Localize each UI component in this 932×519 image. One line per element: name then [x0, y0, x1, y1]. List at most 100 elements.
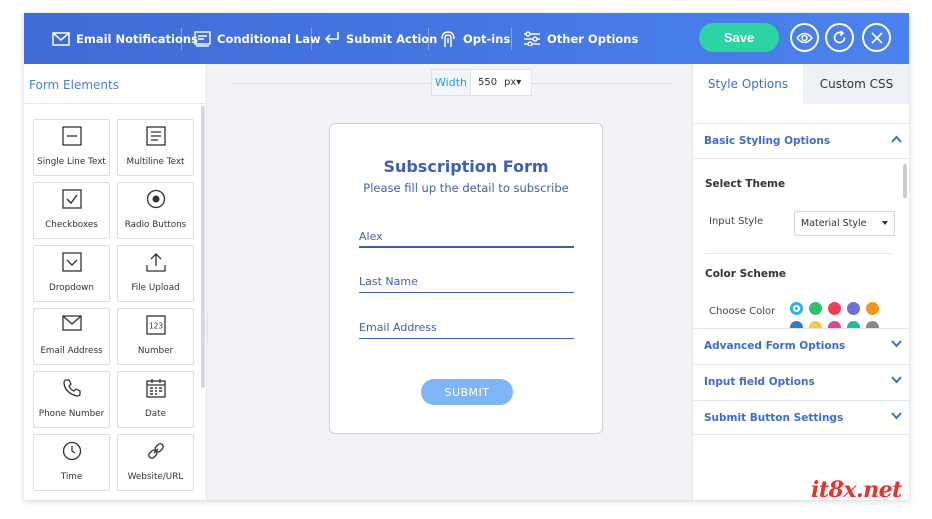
panel-scrollbar[interactable]	[201, 106, 205, 388]
unit-value: px	[504, 77, 517, 88]
upload-icon	[145, 253, 166, 272]
divider	[693, 158, 909, 159]
calendar-icon	[145, 379, 166, 398]
nav-label: Email Notifications	[76, 31, 198, 46]
width-control[interactable]: Width 550 px▾	[431, 69, 532, 96]
section-label: Basic Styling Options	[704, 135, 831, 147]
color-swatch[interactable]	[790, 302, 803, 315]
dropdown-icon	[61, 252, 82, 272]
clock-icon	[62, 441, 81, 461]
tab-style-options[interactable]: Style Options	[693, 64, 803, 104]
style-panel: Style Options Custom CSS Basic Styling O…	[692, 64, 909, 500]
element-single-line-text[interactable]: Single Line Text	[33, 119, 110, 176]
nav-conditional-law[interactable]: Conditional Law	[194, 13, 321, 64]
element-number[interactable]: 123 Number	[117, 308, 194, 365]
first-name-field[interactable]: Alex	[359, 226, 574, 248]
width-label: Width	[432, 70, 471, 95]
envelope-icon	[61, 315, 82, 331]
submit-button[interactable]: SUBMIT	[421, 379, 513, 405]
color-swatch[interactable]	[847, 302, 860, 315]
element-radio-buttons[interactable]: Radio Buttons	[117, 182, 194, 239]
element-checkboxes[interactable]: Checkboxes	[33, 182, 110, 239]
preview-button[interactable]	[790, 23, 819, 52]
checkbox-icon	[61, 189, 82, 209]
element-time[interactable]: Time	[33, 434, 110, 491]
phone-icon	[62, 379, 81, 397]
element-label: Date	[144, 409, 167, 419]
color-swatch[interactable]	[809, 302, 822, 315]
close-button[interactable]	[862, 23, 891, 52]
unit-select[interactable]: px▾	[504, 77, 521, 88]
section-submit-button[interactable]: Submit Button Settings	[693, 400, 909, 435]
refresh-button[interactable]	[825, 23, 854, 52]
element-email-address[interactable]: Email Address	[33, 308, 110, 365]
element-label: Phone Number	[38, 409, 105, 419]
save-button[interactable]: Save	[699, 23, 779, 52]
choose-color-label: Choose Color	[709, 306, 776, 317]
element-date[interactable]: Date	[117, 371, 194, 428]
panel-scrollbar[interactable]	[903, 164, 907, 198]
app-window: Email Notifications Conditional Law Subm…	[24, 13, 909, 500]
nav-label: Submit Action	[346, 31, 438, 46]
element-phone-number[interactable]: Phone Number	[33, 371, 110, 428]
link-icon	[147, 443, 164, 459]
radio-icon	[146, 189, 165, 209]
input-style-select[interactable]: Material Style	[794, 211, 895, 236]
nav-submit-action[interactable]: Submit Action	[323, 13, 437, 64]
refresh-icon	[833, 30, 846, 44]
element-label: Checkboxes	[45, 220, 98, 230]
element-label: Dropdown	[49, 283, 94, 293]
element-label: Single Line Text	[37, 157, 106, 167]
color-scheme-title: Color Scheme	[705, 268, 787, 280]
chevron-up-icon	[891, 135, 902, 143]
section-basic-styling[interactable]: Basic Styling Options	[693, 123, 909, 158]
multiline-text-icon	[145, 126, 166, 146]
caret-down-icon: ▾	[516, 77, 522, 88]
envelope-icon	[52, 31, 70, 46]
last-name-field[interactable]: Last Name	[359, 271, 574, 293]
section-advanced-form[interactable]: Advanced Form Options	[693, 328, 909, 363]
single-line-text-icon	[61, 126, 82, 146]
caret-down-icon	[882, 221, 888, 225]
section-label: Input field Options	[704, 376, 815, 388]
nav-email-notifications[interactable]: Email Notifications	[52, 13, 198, 64]
chevron-down-icon	[891, 376, 902, 384]
nav-other-options[interactable]: Other Options	[523, 13, 638, 64]
nav-label: Opt-ins	[463, 31, 511, 46]
section-label: Advanced Form Options	[704, 340, 846, 352]
color-swatch[interactable]	[866, 302, 879, 315]
element-multiline-text[interactable]: Multiline Text	[117, 119, 194, 176]
select-value: Material Style	[801, 218, 867, 229]
watermark-logo: it8x.net	[811, 477, 902, 503]
nav-divider	[181, 28, 182, 50]
element-label: File Upload	[131, 283, 180, 293]
sliders-icon	[524, 31, 540, 46]
tab-custom-css[interactable]: Custom CSS	[803, 64, 909, 104]
nav-divider	[428, 28, 429, 50]
subscription-form: Subscription Form Please fill up the det…	[329, 123, 603, 434]
panel-title: Form Elements	[29, 78, 119, 92]
element-file-upload[interactable]: File Upload	[117, 245, 194, 302]
divider	[24, 103, 207, 104]
chevron-down-icon	[891, 412, 902, 420]
element-label: Radio Buttons	[124, 220, 187, 230]
section-label: Submit Button Settings	[704, 411, 844, 424]
section-input-field[interactable]: Input field Options	[693, 364, 909, 399]
element-label: Website/URL	[127, 472, 184, 482]
form-elements-panel: Form Elements Single Line Text Multiline…	[24, 64, 207, 500]
form-canvas: Width 550 px▾ Subscription Form Please f…	[208, 64, 692, 500]
email-field[interactable]: Email Address	[359, 317, 574, 339]
nav-opt-ins[interactable]: Opt-ins	[440, 13, 510, 64]
color-swatch[interactable]	[828, 302, 841, 315]
input-style-label: Input Style	[709, 216, 764, 227]
form-title: Subscription Form	[383, 157, 549, 176]
select-theme-title: Select Theme	[705, 178, 786, 190]
width-input[interactable]: 550	[478, 77, 504, 88]
nav-label: Other Options	[547, 31, 639, 46]
element-dropdown[interactable]: Dropdown	[33, 245, 110, 302]
eye-icon	[796, 32, 813, 43]
element-label: Number	[137, 346, 174, 356]
top-toolbar: Email Notifications Conditional Law Subm…	[24, 13, 909, 64]
element-website-url[interactable]: Website/URL	[117, 434, 194, 491]
form-subtitle: Please fill up the detail to subscribe	[363, 181, 569, 195]
